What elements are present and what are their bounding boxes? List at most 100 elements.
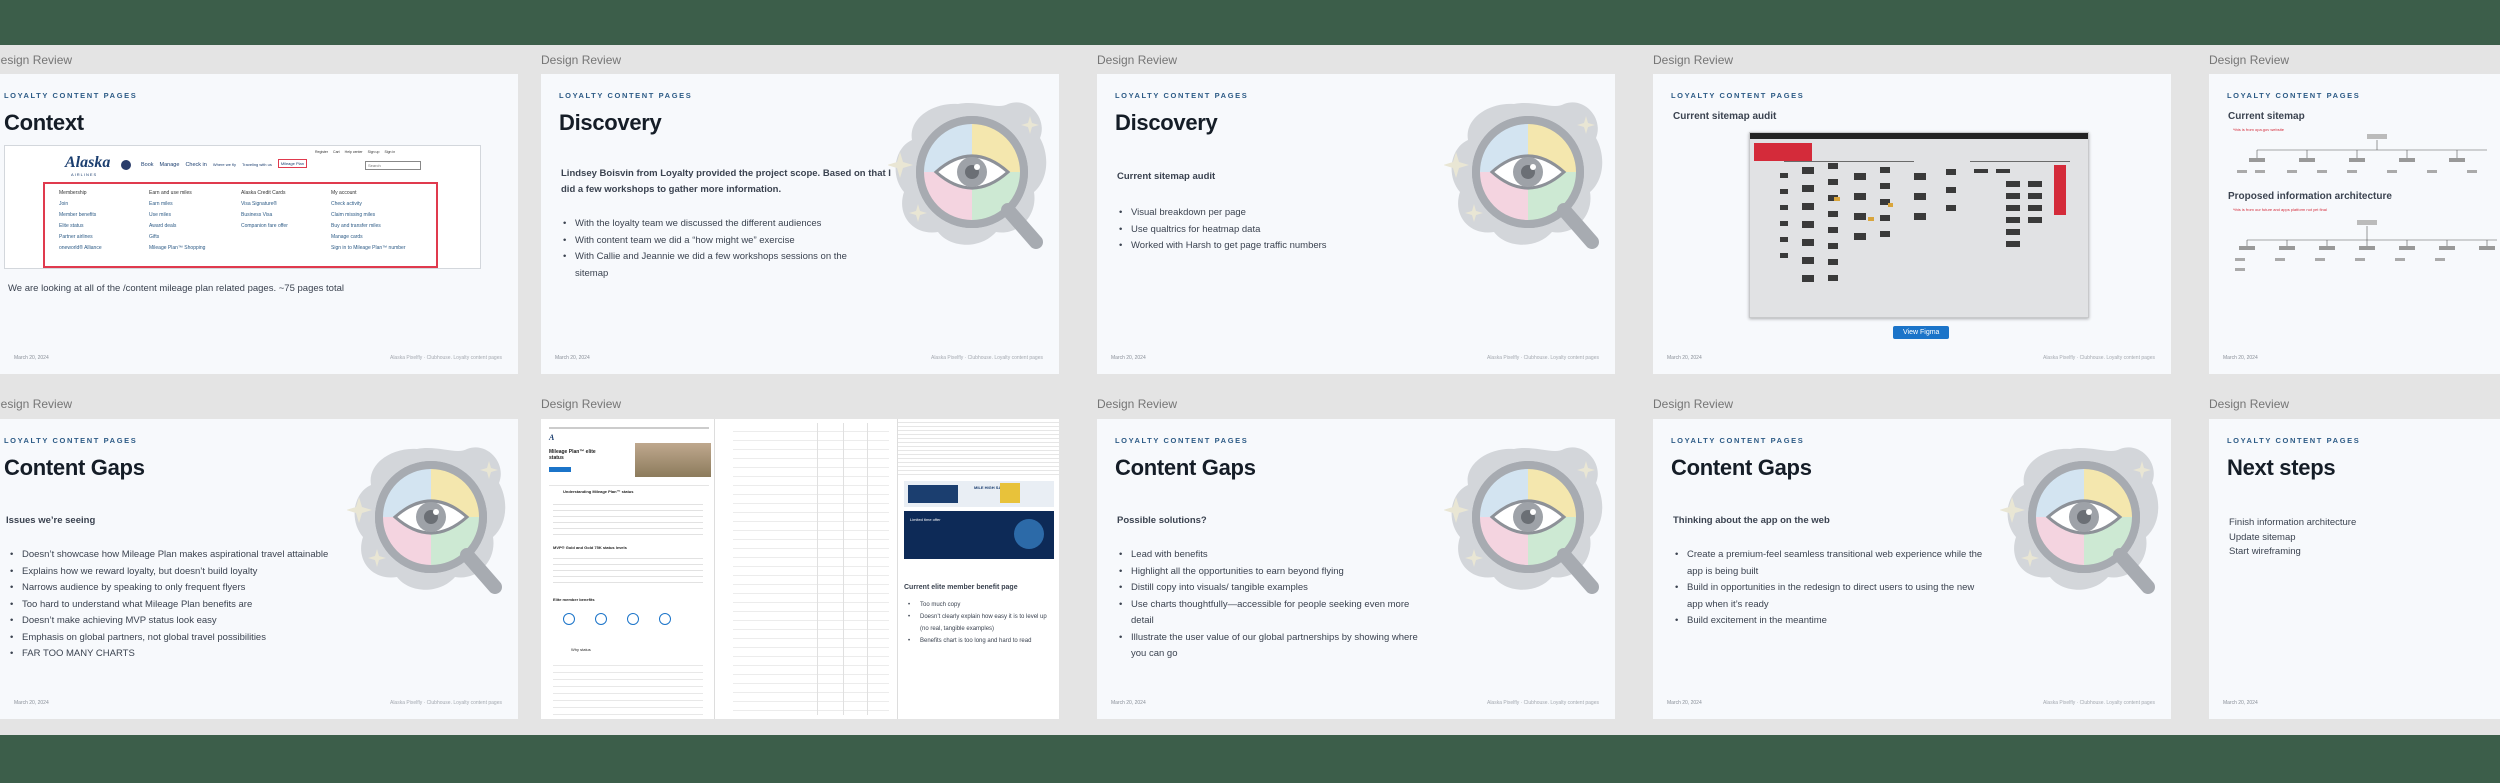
slide-bullets: Create a premium-feel seamless transitio… <box>1673 547 1988 630</box>
frame-label[interactable]: Design Review <box>1653 53 1733 67</box>
frame-label[interactable]: Design Review <box>2209 397 2289 411</box>
magnifier-eye-icon <box>1444 441 1614 611</box>
slide-date: March 20, 2024 <box>14 700 49 706</box>
slide-discovery-audit[interactable]: LOYALTY CONTENT PAGES Discovery Current … <box>1097 74 1615 374</box>
frame-label[interactable]: Design Review <box>2209 53 2289 67</box>
frame-label[interactable]: Design Review <box>541 53 621 67</box>
slide-date: March 20, 2024 <box>2223 355 2258 361</box>
slide-discovery[interactable]: LOYALTY CONTENT PAGES Discovery Lindsey … <box>541 74 1059 374</box>
menu-col: Earn and use miles Earn miles Use miles … <box>149 190 206 251</box>
slide-context[interactable]: LOYALTY CONTENT PAGES Context Alaska AIR… <box>0 74 518 374</box>
menu-col: My account Check activity Claim missing … <box>331 190 406 251</box>
slide-eyebrow: LOYALTY CONTENT PAGES <box>1671 436 1805 445</box>
globe-icon <box>121 160 131 170</box>
slide-date: March 20, 2024 <box>555 355 590 361</box>
slide-content-gaps-app[interactable]: LOYALTY CONTENT PAGES Content Gaps Think… <box>1653 419 2171 719</box>
slide-next-steps[interactable]: LOYALTY CONTENT PAGES Next steps Finish … <box>2209 419 2500 719</box>
slide-eyebrow: LOYALTY CONTENT PAGES <box>4 436 138 445</box>
bullet-item: Too hard to understand what Mileage Plan… <box>8 597 368 614</box>
frame-label[interactable]: Design Review <box>0 397 72 411</box>
design-canvas[interactable]: Design Review LOYALTY CONTENT PAGES Cont… <box>0 45 2500 735</box>
slide-subhead: Current sitemap <box>2228 111 2305 122</box>
slide-content-gaps-issues[interactable]: LOYALTY CONTENT PAGES Content Gaps Issue… <box>0 419 518 719</box>
slide-date: March 20, 2024 <box>14 355 49 361</box>
bullet-item: Narrows audience by speaking to only fre… <box>8 580 368 597</box>
figma-sitemap-thumbnail <box>1749 132 2089 318</box>
bullet-item: FAR TOO MANY CHARTS <box>8 646 368 663</box>
frame-label[interactable]: Design Review <box>0 53 72 67</box>
slide-current-pages[interactable]: A Mileage Plan™ elite status Understandi… <box>541 419 1059 719</box>
search-input: Search <box>365 161 421 170</box>
slide-title: Discovery <box>559 110 662 135</box>
magnifier-eye-icon <box>2000 441 2170 611</box>
slide-date: March 20, 2024 <box>1667 355 1702 361</box>
bullet-item: Visual breakdown per page <box>1117 205 1447 222</box>
frame-label[interactable]: Design Review <box>1097 397 1177 411</box>
slide-eyebrow: LOYALTY CONTENT PAGES <box>2227 91 2361 100</box>
slide-title: Next steps <box>2227 455 2336 480</box>
bullet-item: Explains how we reward loyalty, but does… <box>8 564 368 581</box>
page-screenshot-elite-status: A Mileage Plan™ elite status Understandi… <box>541 419 715 719</box>
bullet-item: Use qualtrics for heatmap data <box>1117 222 1447 239</box>
menu-col: Membership Join Member benefits Elite st… <box>59 190 102 251</box>
slide-footer: Alaska Pixelfly · Clubhouse. Loyalty con… <box>389 355 502 361</box>
slide-date: March 20, 2024 <box>2223 700 2258 706</box>
slide-eyebrow: LOYALTY CONTENT PAGES <box>1671 91 1805 100</box>
slide-footer: Alaska Pixelfly · Clubhouse. Loyalty con… <box>930 355 1043 361</box>
bullet-item: Doesn’t showcase how Mileage Plan makes … <box>8 547 368 564</box>
mega-menu-highlight: Membership Join Member benefits Elite st… <box>43 182 438 268</box>
slide-bullets: With the loyalty team we discussed the d… <box>561 216 861 282</box>
list-item: Finish information architecture <box>2229 517 2357 528</box>
bullet-item: Create a premium-feel seamless transitio… <box>1673 547 1988 580</box>
slide-date: March 20, 2024 <box>1111 700 1146 706</box>
slide-title: Discovery <box>1115 110 1218 135</box>
slide-subhead: Thinking about the app on the web <box>1673 515 1830 526</box>
alaska-nav-screenshot: Alaska AIRLINES Book Manage Check in Where… <box>4 145 481 269</box>
slide-bullets: Visual breakdown per page Use qualtrics … <box>1117 205 1447 255</box>
slide-footer: Alaska Pixelfly · Clubhouse. Loyalty con… <box>2042 355 2155 361</box>
view-figma-button[interactable]: View Figma <box>1893 326 1950 339</box>
magnifier-eye-icon <box>347 441 517 611</box>
menu-col: Alaska Credit Cards Visa Signature® Busi… <box>241 190 288 229</box>
bullet-item: Doesn’t make achieving MVP status look e… <box>8 613 368 630</box>
slide-subhead: Issues we’re seeing <box>6 515 96 526</box>
alaska-logo: Alaska <box>65 154 111 171</box>
slide-title: Content Gaps <box>1115 455 1256 480</box>
bullet-item: With content team we did a “how might we… <box>561 233 861 250</box>
slide-caption: We are looking at all of the /content mi… <box>8 283 344 294</box>
slide-subhead: Possible solutions? <box>1117 515 1207 526</box>
frame-label[interactable]: Design Review <box>541 397 621 411</box>
slide-title: Content Gaps <box>4 455 145 480</box>
bullet-item: With Callie and Jeannie we did a few wor… <box>561 249 861 282</box>
slide-eyebrow: LOYALTY CONTENT PAGES <box>2227 436 2361 445</box>
current-sitemap-tree <box>2237 134 2487 173</box>
frame-label[interactable]: Design Review <box>1653 397 1733 411</box>
page-screenshot-current-benefits: MILE HIGH SAVINGS Limited time offer Cur… <box>897 419 1059 719</box>
list-item: Start wireframing <box>2229 546 2301 557</box>
bullet-item: With the loyalty team we discussed the d… <box>561 216 861 233</box>
slide-eyebrow: LOYALTY CONTENT PAGES <box>1115 91 1249 100</box>
slide-paragraph: Lindsey Boisvin from Loyalty provided th… <box>561 168 891 195</box>
bullet-item: Illustrate the user value of our global … <box>1117 630 1432 663</box>
frame-label[interactable]: Design Review <box>1097 53 1177 67</box>
slide-footer: Alaska Pixelfly · Clubhouse. Loyalty con… <box>1486 355 1599 361</box>
bullet-item: Build excitement in the meantime <box>1673 613 1988 630</box>
utility-nav: Register Cart Help center Sign up Sign in <box>315 150 396 154</box>
slide-title: Context <box>4 110 84 135</box>
bullet-item: Emphasis on global partners, not global … <box>8 630 368 647</box>
proposed-ia-tree <box>2235 220 2497 271</box>
magnifier-eye-icon <box>1444 96 1614 266</box>
slide-sitemap-audit[interactable]: LOYALTY CONTENT PAGES Current sitemap au… <box>1653 74 2171 374</box>
page-screenshot-benefit-chart <box>727 419 895 719</box>
slide-subhead: Current sitemap audit <box>1673 111 1777 122</box>
slide-footer: Alaska Pixelfly · Clubhouse. Loyalty con… <box>389 700 502 706</box>
bullet-item: Highlight all the opportunities to earn … <box>1117 564 1432 581</box>
slide-title: Content Gaps <box>1671 455 1812 480</box>
slide-content-gaps-solutions[interactable]: LOYALTY CONTENT PAGES Content Gaps Possi… <box>1097 419 1615 719</box>
slide-bullets: Doesn’t showcase how Mileage Plan makes … <box>8 547 368 663</box>
bullet-item: Use charts thoughtfully—accessible for p… <box>1117 597 1432 630</box>
bullet-item: Distill copy into visuals/ tangible exam… <box>1117 580 1432 597</box>
bullet-item: Worked with Harsh to get page traffic nu… <box>1117 238 1447 255</box>
slide-information-architecture[interactable]: LOYALTY CONTENT PAGES Current sitemap *t… <box>2209 74 2500 374</box>
slide-eyebrow: LOYALTY CONTENT PAGES <box>1115 436 1249 445</box>
